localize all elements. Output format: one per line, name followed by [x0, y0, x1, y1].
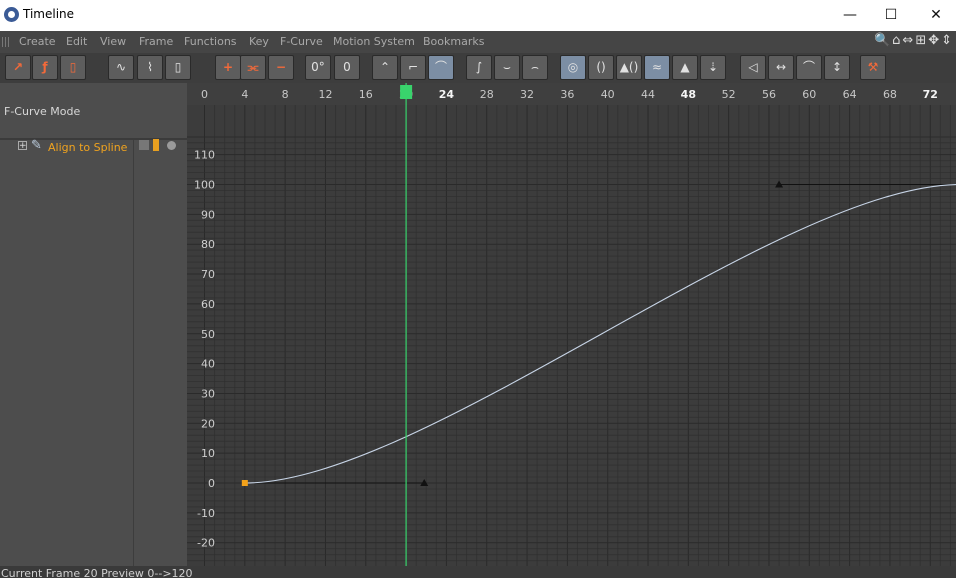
interpolation-spline-button[interactable]: ⌒: [428, 55, 454, 80]
dope-sheet-mode-button[interactable]: ↗: [5, 55, 31, 80]
title-bar: Timeline — ☐ ✕: [0, 0, 956, 31]
ruler-frame-label: 32: [520, 88, 534, 101]
value-axis-label: 50: [201, 328, 215, 341]
rotate-handles-button[interactable]: 0°: [305, 55, 331, 80]
menu-frame[interactable]: Frame: [139, 35, 173, 48]
ease-in-button[interactable]: ⌣: [494, 55, 520, 80]
lock-tangent-angle-button[interactable]: ◁🔒: [740, 55, 766, 97]
track-enable-dot-icon[interactable]: [167, 141, 176, 150]
menu-key[interactable]: Key: [249, 35, 269, 48]
value-axis-label: 10: [201, 447, 215, 460]
snap-tool-button[interactable]: ⚒: [860, 55, 886, 80]
break-tangent-button[interactable]: ⇣: [700, 55, 726, 80]
value-axis-label: 90: [201, 208, 215, 221]
close-button[interactable]: ✕: [913, 0, 956, 31]
menu-bookmarks[interactable]: Bookmarks: [423, 35, 484, 48]
value-axis-label: 20: [201, 417, 215, 430]
value-axis-label: 110: [194, 149, 215, 162]
value-axis-label: -10: [197, 507, 215, 520]
menu-view[interactable]: View: [100, 35, 126, 48]
value-axis-label: 0: [208, 477, 215, 490]
weighted-tangent-button[interactable]: ▲: [672, 55, 698, 80]
ruler-frame-label: 72: [923, 88, 938, 101]
ruler-frame-label: 36: [560, 88, 574, 101]
ruler-frame-label: 0: [201, 88, 208, 101]
add-key-button[interactable]: +: [215, 55, 241, 80]
track-expand-icon[interactable]: +: [18, 141, 27, 151]
align-to-spline-tag-icon: ✎: [31, 138, 42, 153]
mode-label: F-Curve Mode: [4, 105, 81, 118]
ruler-frame-label: 56: [762, 88, 776, 101]
ruler-frame-label: 68: [883, 88, 897, 101]
frame-all-button[interactable]: ⌇: [137, 55, 163, 80]
object-list-panel: F-Curve Mode + ✎ Align to Spline: [0, 83, 187, 566]
frame-selected-button[interactable]: ▯: [165, 55, 191, 80]
value-axis-label: 80: [201, 238, 215, 251]
cinema4d-app-icon: [4, 7, 19, 22]
ruler-frame-label: 28: [480, 88, 494, 101]
ruler-frame-label: 60: [802, 88, 816, 101]
menu-bar: Create Edit View Frame Functions Key F-C…: [0, 31, 956, 53]
menu-fcurve[interactable]: F-Curve: [280, 35, 323, 48]
lock-key-value-button[interactable]: ↕🔒: [824, 55, 850, 97]
window-title: Timeline: [23, 7, 75, 21]
track-mode-icon[interactable]: [139, 140, 149, 150]
column-divider[interactable]: [133, 140, 134, 566]
interpolation-step-button[interactable]: ⌐: [400, 55, 426, 80]
fcurve-graph-canvas[interactable]: 0481216202428323640444852566064687211010…: [187, 83, 956, 566]
zero-length-button[interactable]: 0: [334, 55, 360, 80]
clamp-button[interactable]: (): [588, 55, 614, 80]
keyframe[interactable]: [241, 480, 248, 486]
track-label-align-to-spline[interactable]: Align to Spline: [48, 141, 127, 154]
auto-tangents-button[interactable]: ◎: [560, 55, 586, 80]
maximize-button[interactable]: ☐: [868, 0, 914, 31]
value-axis-label: 100: [194, 179, 215, 192]
interpolation-linear-button[interactable]: ⌃: [372, 55, 398, 80]
value-axis-label: 40: [201, 358, 215, 371]
menu-create[interactable]: Create: [19, 35, 56, 48]
ruler-frame-label: 64: [843, 88, 857, 101]
overshoot-button[interactable]: ≈: [644, 55, 670, 80]
ruler-frame-label: 16: [359, 88, 373, 101]
ruler-frame-label: 12: [318, 88, 332, 101]
ruler-frame-label: 52: [722, 88, 736, 101]
status-bar: Current Frame 20 Preview 0-->120: [0, 566, 956, 578]
view-navigation-icons[interactable]: 🔍⌂⇔⊞✥⇕: [874, 33, 954, 48]
clamp-zero-button[interactable]: ▲(): [616, 55, 642, 80]
ruler-frame-label: 48: [681, 88, 696, 101]
menu-functions[interactable]: Functions: [184, 35, 237, 48]
track-layer-icon[interactable]: [153, 139, 159, 151]
zoom-curves-button[interactable]: ∿: [108, 55, 134, 80]
ruler-frame-label: 44: [641, 88, 655, 101]
fcurve-graph[interactable]: 0481216202428323640444852566064687211010…: [187, 83, 956, 566]
graph-background[interactable]: [187, 83, 956, 566]
toolbar: ↗ƒ▯∿⌇▯+⫘−0°0⌃⌐⌒∫⌣⌢◎()▲()≈▲⇣◁🔒↔🔒⌒🔒↕🔒⚒: [0, 53, 956, 97]
delete-key-button[interactable]: −: [268, 55, 294, 80]
lock-key-time-button[interactable]: ⌒🔒: [796, 55, 822, 97]
ruler-frame-label: 8: [282, 88, 289, 101]
menu-motion-system[interactable]: Motion System: [333, 35, 415, 48]
ruler-frame-label: 24: [439, 88, 455, 101]
lock-tangent-length-button[interactable]: ↔🔒: [768, 55, 794, 97]
ruler-frame-label: 4: [241, 88, 248, 101]
value-axis-label: 70: [201, 268, 215, 281]
value-axis-label: -20: [197, 537, 215, 550]
ease-out-button[interactable]: ⌢: [522, 55, 548, 80]
value-axis-label: 30: [201, 387, 215, 400]
ruler-frame-label: 40: [601, 88, 615, 101]
fcurve-mode-button[interactable]: ƒ: [32, 55, 58, 80]
motion-mode-button[interactable]: ▯: [60, 55, 86, 80]
menu-edit[interactable]: Edit: [66, 35, 87, 48]
minimize-button[interactable]: —: [827, 0, 873, 31]
ease-ease-button[interactable]: ∫: [466, 55, 492, 80]
playhead-marker[interactable]: [400, 85, 413, 99]
menu-grip-icon[interactable]: [2, 37, 10, 47]
value-axis-label: 60: [201, 298, 215, 311]
add-keys-button[interactable]: ⫘: [240, 55, 266, 80]
